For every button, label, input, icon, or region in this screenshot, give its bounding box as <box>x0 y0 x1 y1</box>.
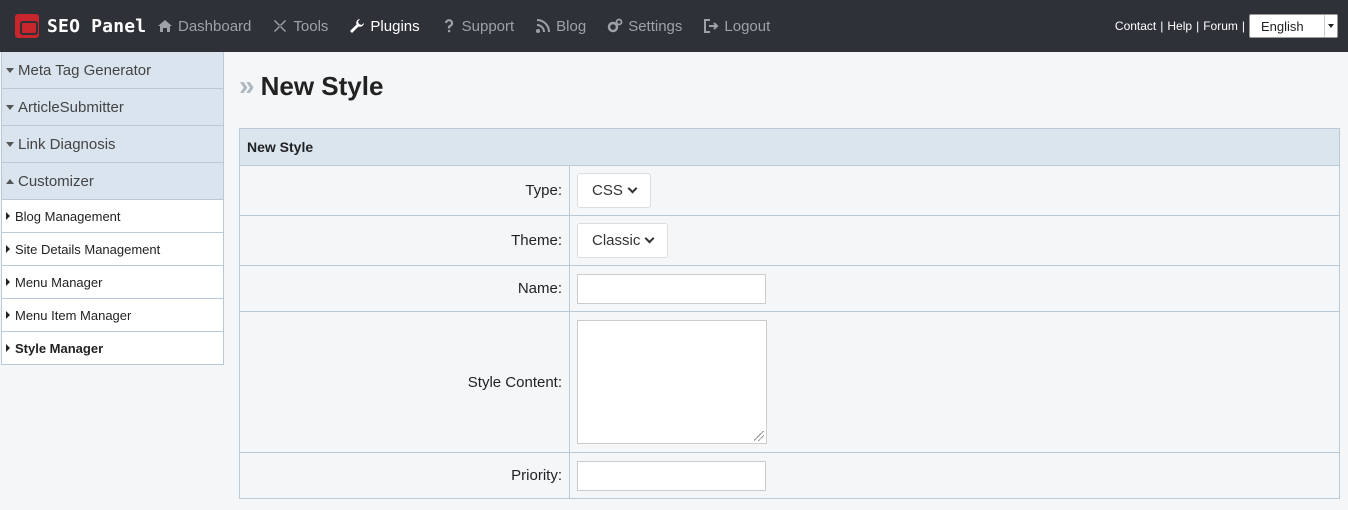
theme-select[interactable]: Classic <box>577 223 669 258</box>
wrench-icon <box>350 19 365 33</box>
sidebar-section-customizer[interactable]: Customizer <box>1 163 224 200</box>
brand[interactable]: SEO Panel <box>15 14 146 38</box>
sidebar-item-menu-item-manager[interactable]: Menu Item Manager <box>1 299 224 332</box>
nav-settings-label: Settings <box>628 17 683 35</box>
nav-support[interactable]: Support <box>441 17 515 35</box>
nav-support-label: Support <box>461 17 515 35</box>
caret-right-icon <box>6 311 10 319</box>
seo-panel-logo-icon <box>15 14 39 38</box>
resize-grip-icon[interactable] <box>754 431 764 441</box>
type-label: Type: <box>240 166 570 215</box>
chevron-down-icon <box>644 233 655 244</box>
page-title: » New Style <box>239 70 383 102</box>
form-row-theme: Theme: Classic <box>240 216 1339 266</box>
separator: | <box>1196 19 1200 33</box>
sidebar-section-meta-tag-generator[interactable]: Meta Tag Generator <box>1 52 224 89</box>
nav-blog[interactable]: Blog <box>535 18 586 35</box>
dropdown-arrow-icon <box>1324 15 1337 37</box>
sidebar-section-article-submitter[interactable]: ArticleSubmitter <box>1 89 224 126</box>
caret-up-icon <box>6 178 14 184</box>
sidebar-item-site-details-management[interactable]: Site Details Management <box>1 233 224 266</box>
nav-logout[interactable]: Logout <box>703 18 770 35</box>
help-link[interactable]: Help <box>1167 19 1192 33</box>
language-selected: English <box>1261 19 1304 34</box>
sidebar-item-label: Style Manager <box>15 340 104 356</box>
nav-dashboard-label: Dashboard <box>178 17 252 35</box>
type-select[interactable]: CSS <box>577 173 651 208</box>
sidebar-section-label: Meta Tag Generator <box>18 61 152 79</box>
type-selected: CSS <box>592 182 623 199</box>
nav-tools-label: Tools <box>293 17 329 35</box>
caret-right-icon <box>6 212 10 220</box>
sidebar-item-blog-management[interactable]: Blog Management <box>1 200 224 233</box>
caret-right-icon <box>6 344 10 352</box>
caret-right-icon <box>6 245 10 253</box>
nav-dashboard[interactable]: Dashboard <box>157 18 251 35</box>
nav-plugins[interactable]: Plugins <box>349 17 420 35</box>
form-heading: New Style <box>240 129 1339 166</box>
separator: | <box>1160 19 1164 33</box>
nav-plugins-label: Plugins <box>370 17 420 35</box>
new-style-form: New Style Type: CSS Theme: Classic Name:… <box>239 128 1340 499</box>
rss-icon <box>536 19 551 33</box>
nav-logout-label: Logout <box>724 17 771 35</box>
theme-label: Theme: <box>240 216 570 265</box>
sidebar-item-style-manager[interactable]: Style Manager <box>1 332 224 365</box>
theme-selected: Classic <box>592 232 641 249</box>
sidebar-item-label: Blog Management <box>15 208 121 224</box>
dashboard-icon <box>158 20 172 32</box>
form-row-type: Type: CSS <box>240 166 1339 216</box>
top-right-links: Contact | Help | Forum | English <box>1115 14 1338 38</box>
gears-icon <box>607 18 623 33</box>
caret-down-icon <box>6 67 14 73</box>
sidebar-section-link-diagnosis[interactable]: Link Diagnosis <box>1 126 224 163</box>
sidebar-item-label: Menu Item Manager <box>15 307 132 323</box>
title-marker: » <box>239 70 255 101</box>
caret-down-icon <box>6 141 14 147</box>
caret-down-icon <box>6 104 14 110</box>
caret-right-icon <box>6 278 10 286</box>
form-row-name: Name: <box>240 266 1339 312</box>
style-content-textarea[interactable] <box>577 320 767 444</box>
logout-icon <box>704 19 719 33</box>
form-row-priority: Priority: <box>240 453 1339 498</box>
nav-blog-label: Blog <box>556 17 587 35</box>
contact-link[interactable]: Contact <box>1115 19 1156 33</box>
name-label: Name: <box>240 266 570 311</box>
style-content-label: Style Content: <box>240 312 570 452</box>
chevron-down-icon <box>627 183 638 194</box>
sidebar-section-label: ArticleSubmitter <box>18 98 124 116</box>
nav-tools[interactable]: Tools <box>272 18 328 35</box>
wrench-cross-icon <box>274 20 287 32</box>
question-icon <box>444 19 453 33</box>
language-select[interactable]: English <box>1249 14 1338 38</box>
sidebar-section-label: Customizer <box>18 172 94 190</box>
top-navbar: SEO Panel Dashboard Tools Plugins Suppor… <box>0 0 1348 52</box>
main-nav: Dashboard Tools Plugins Support Blog Set… <box>157 0 791 52</box>
sidebar-item-label: Site Details Management <box>15 241 161 257</box>
brand-name: SEO Panel <box>47 15 147 37</box>
page-title-text: New Style <box>260 70 384 101</box>
separator: | <box>1241 19 1245 33</box>
form-row-style-content: Style Content: <box>240 312 1339 453</box>
name-input[interactable] <box>577 273 766 304</box>
sidebar-item-label: Menu Manager <box>15 274 103 290</box>
nav-settings[interactable]: Settings <box>607 18 682 35</box>
priority-input[interactable] <box>577 460 766 491</box>
sidebar-item-menu-manager[interactable]: Menu Manager <box>1 266 224 299</box>
sidebar-section-label: Link Diagnosis <box>18 135 116 153</box>
priority-label: Priority: <box>240 453 570 498</box>
forum-link[interactable]: Forum <box>1203 19 1238 33</box>
sidebar: Meta Tag Generator ArticleSubmitter Link… <box>1 52 224 365</box>
